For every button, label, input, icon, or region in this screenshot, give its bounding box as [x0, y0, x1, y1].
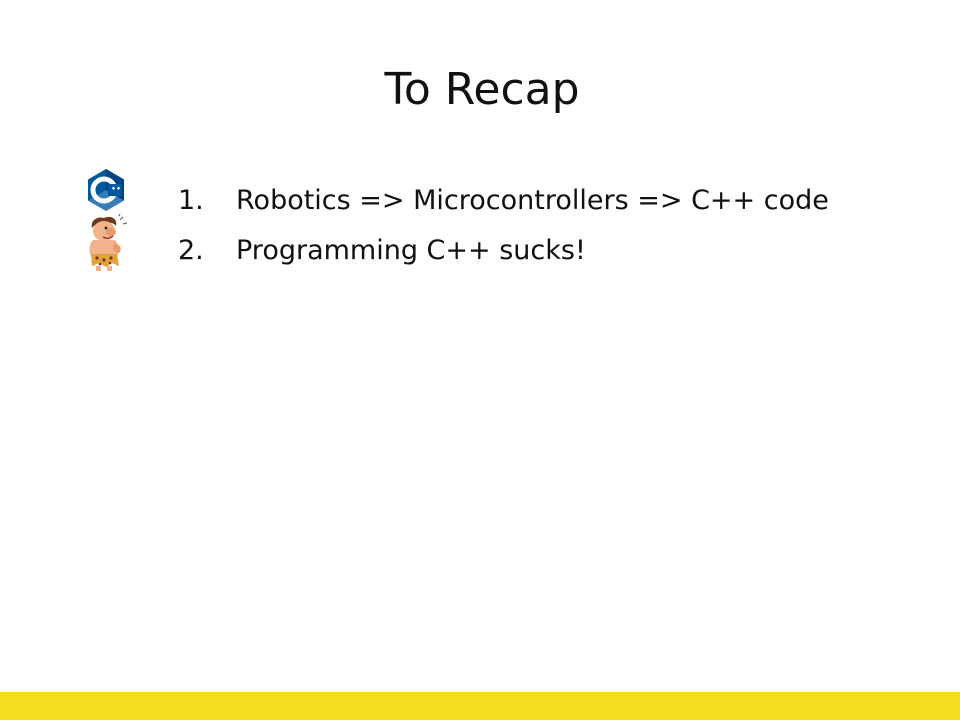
list-item-text: Programming C++ sucks!	[236, 235, 586, 266]
recap-list: 1. Robotics => Microcontrollers => C++ c…	[178, 176, 829, 276]
caveman-icon	[84, 213, 130, 272]
list-item-number: 2.	[178, 235, 204, 266]
slide-title: To Recap	[384, 64, 580, 115]
cpp-logo-icon	[86, 168, 126, 212]
list-item: 1. Robotics => Microcontrollers => C++ c…	[178, 176, 829, 226]
list-item-text: Robotics => Microcontrollers => C++ code	[236, 185, 829, 216]
list-item-number: 1.	[178, 185, 204, 216]
list-item: 2. Programming C++ sucks!	[178, 226, 829, 276]
slide: To Recap 1. Robotics => Microcontrollers…	[0, 0, 960, 720]
footer-bar	[0, 692, 960, 720]
